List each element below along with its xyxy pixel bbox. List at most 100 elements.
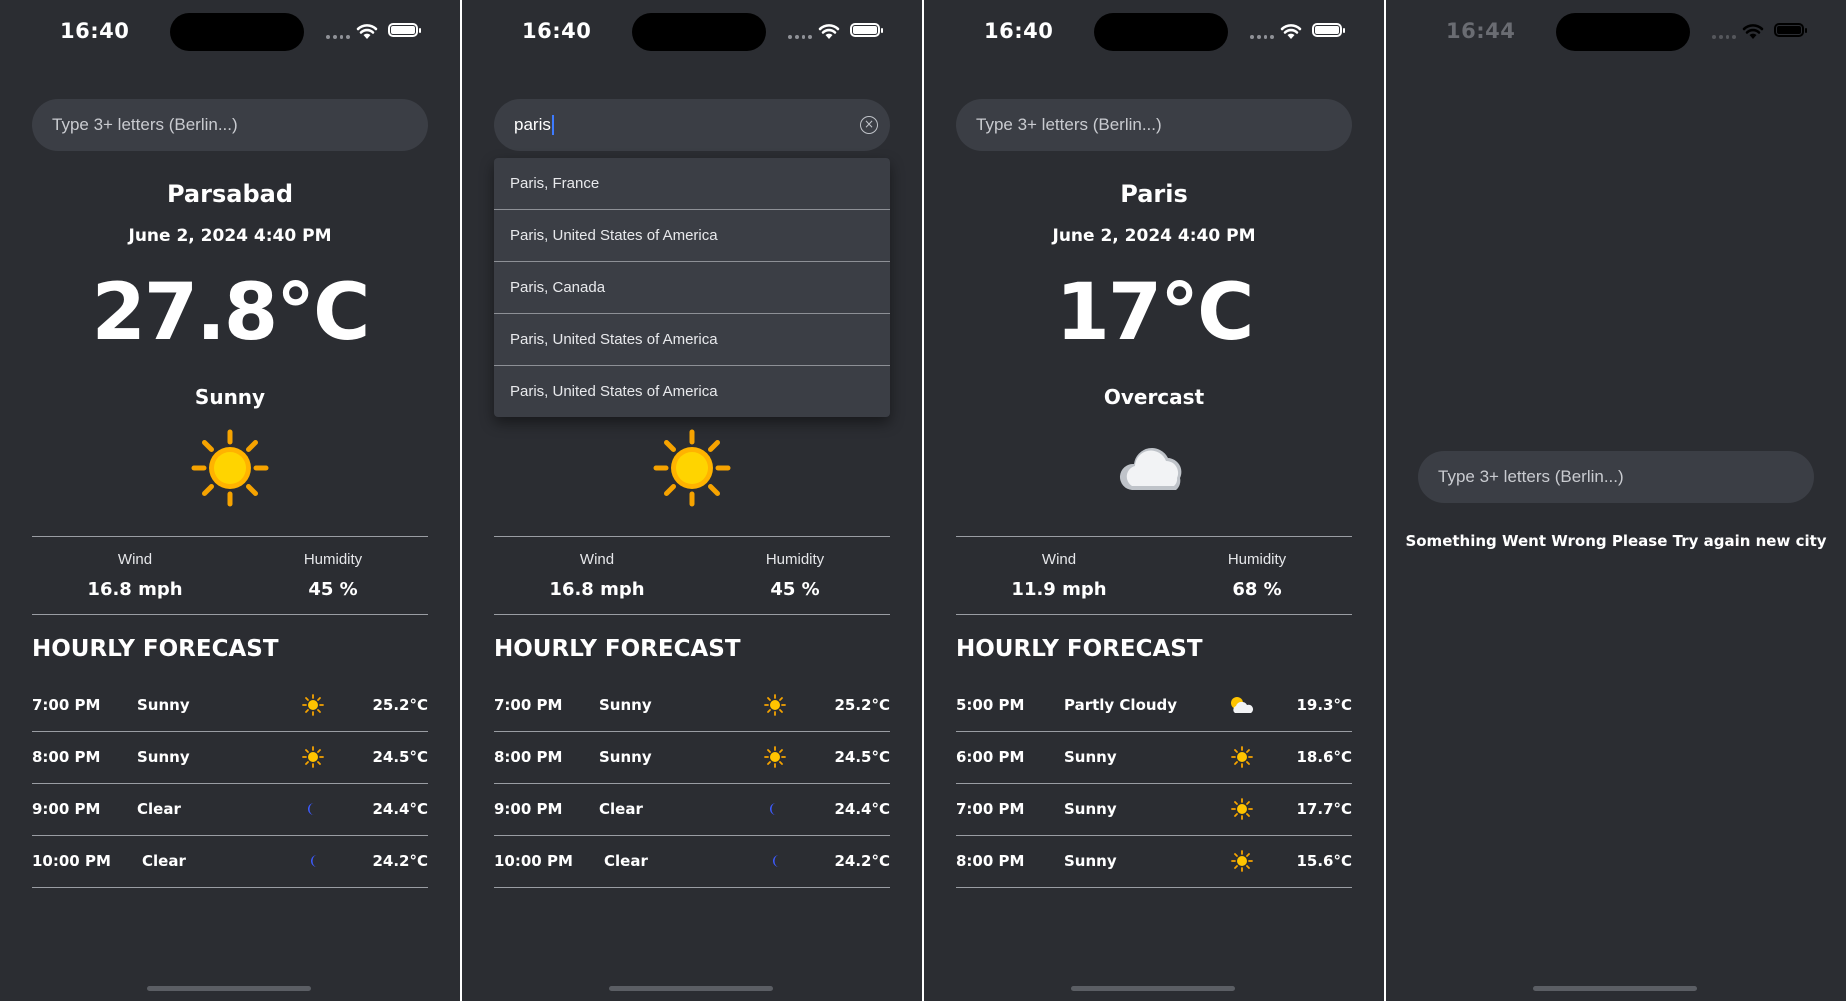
forecast-condition: Sunny xyxy=(1064,852,1117,870)
forecast-condition: Partly Cloudy xyxy=(1064,696,1178,714)
wifi-icon xyxy=(1280,24,1302,39)
forecast-temp: 25.2°C xyxy=(372,696,428,714)
forecast-condition: Clear xyxy=(137,800,181,818)
moon-icon xyxy=(770,803,776,815)
phone-screen-4: 16:44 Type 3+ letters (Berlin...) Someth… xyxy=(1386,0,1846,1001)
wind-value: 11.9 mph xyxy=(1011,579,1107,600)
humidity-value: 45 % xyxy=(770,579,820,600)
cloud-icon xyxy=(1119,448,1182,490)
phone-screen-1: 16:40 Type 3+ letters (Berlin...) Parsab… xyxy=(0,0,460,1001)
city-search-input[interactable]: Type 3+ letters (Berlin...) xyxy=(32,99,428,151)
forecast-time: 8:00 PM xyxy=(956,852,1025,870)
forecast-temp: 17.7°C xyxy=(1296,800,1352,818)
forecast-row: 5:00 PM Partly Cloudy 19.3°C xyxy=(956,680,1352,732)
status-bar: 16:40 xyxy=(0,0,460,62)
phone-screen-2: 16:40 paris × Paris, France Paris, Unite… xyxy=(462,0,922,1001)
suggestion-item[interactable]: Paris, United States of America xyxy=(494,314,890,366)
hourly-forecast-title: HOURLY FORECAST xyxy=(494,636,741,662)
city-search-input[interactable]: Type 3+ letters (Berlin...) xyxy=(956,99,1352,151)
forecast-temp: 24.2°C xyxy=(834,852,890,870)
city-search-input[interactable]: paris × xyxy=(494,99,890,151)
forecast-time: 9:00 PM xyxy=(494,800,563,818)
home-indicator xyxy=(1071,986,1235,991)
sun-icon xyxy=(1231,850,1253,872)
city-name: Paris xyxy=(1120,180,1188,208)
home-indicator xyxy=(1533,986,1697,991)
wind-value: 16.8 mph xyxy=(549,579,645,600)
forecast-row: 7:00 PM Sunny 25.2°C xyxy=(32,680,428,732)
forecast-temp: 24.5°C xyxy=(372,748,428,766)
city-suggestions-dropdown: Paris, France Paris, United States of Am… xyxy=(494,158,890,417)
forecast-temp: 18.6°C xyxy=(1296,748,1352,766)
suggestion-item[interactable]: Paris, France xyxy=(494,158,890,210)
city-search-input[interactable]: Type 3+ letters (Berlin...) xyxy=(1418,451,1814,503)
divider xyxy=(32,614,428,615)
forecast-temp: 19.3°C xyxy=(1296,696,1352,714)
divider xyxy=(494,536,890,537)
sun-icon xyxy=(1231,798,1253,820)
suggestion-item[interactable]: Paris, United States of America xyxy=(494,210,890,262)
dynamic-island xyxy=(1556,13,1690,51)
status-time: 16:40 xyxy=(984,19,1054,43)
sun-icon xyxy=(764,746,786,768)
forecast-condition: Sunny xyxy=(137,748,190,766)
sun-icon xyxy=(302,694,324,716)
forecast-condition: Clear xyxy=(599,800,643,818)
forecast-condition: Sunny xyxy=(1064,800,1117,818)
sun-icon xyxy=(764,694,786,716)
home-indicator xyxy=(147,986,311,991)
forecast-time: 7:00 PM xyxy=(494,696,563,714)
hourly-forecast-list: 7:00 PM Sunny 25.2°C 8:00 PM Sunny 24.5°… xyxy=(494,680,890,888)
wind-label: Wind xyxy=(1041,551,1077,568)
humidity-label: Humidity xyxy=(1227,551,1287,568)
status-bar: 16:44 xyxy=(1386,0,1846,62)
current-temperature: 27.8°C xyxy=(91,268,371,358)
date-time: June 2, 2024 4:40 PM xyxy=(1052,226,1256,246)
forecast-temp: 24.4°C xyxy=(372,800,428,818)
forecast-time: 6:00 PM xyxy=(956,748,1025,766)
sun-icon xyxy=(1231,746,1253,768)
battery-icon xyxy=(850,23,883,37)
suggestion-item[interactable]: Paris, Canada xyxy=(494,262,890,314)
clear-icon[interactable]: × xyxy=(860,116,878,134)
hourly-forecast-list: 5:00 PM Partly Cloudy 19.3°C 6:00 PM Sun… xyxy=(956,680,1352,888)
forecast-time: 7:00 PM xyxy=(956,800,1025,818)
dynamic-island xyxy=(632,13,766,51)
humidity-label: Humidity xyxy=(765,551,825,568)
wifi-icon xyxy=(818,24,840,39)
search-placeholder: Type 3+ letters (Berlin...) xyxy=(1438,467,1624,486)
error-message: Something Went Wrong Please Try again ne… xyxy=(1405,532,1827,550)
date-time: June 2, 2024 4:40 PM xyxy=(128,226,332,246)
divider xyxy=(956,614,1352,615)
suggestion-item[interactable]: Paris, United States of America xyxy=(494,366,890,417)
dynamic-island xyxy=(1094,13,1228,51)
status-time: 16:40 xyxy=(522,19,592,43)
forecast-row: 7:00 PM Sunny 25.2°C xyxy=(494,680,890,732)
wind-label: Wind xyxy=(117,551,153,568)
wifi-icon xyxy=(356,24,378,39)
forecast-time: 10:00 PM xyxy=(32,852,111,870)
sun-icon xyxy=(302,746,324,768)
forecast-condition: Sunny xyxy=(599,748,652,766)
forecast-time: 5:00 PM xyxy=(956,696,1025,714)
current-condition: Overcast xyxy=(1103,385,1205,409)
signal-icon xyxy=(326,35,350,39)
forecast-condition: Sunny xyxy=(1064,748,1117,766)
forecast-row: 8:00 PM Sunny 15.6°C xyxy=(956,836,1352,888)
forecast-row: 10:00 PM Clear 24.2°C xyxy=(32,836,428,888)
forecast-row: 10:00 PM Clear 24.2°C xyxy=(494,836,890,888)
battery-icon xyxy=(1312,23,1345,37)
status-bar: 16:40 xyxy=(924,0,1384,62)
battery-icon xyxy=(388,23,421,37)
home-indicator xyxy=(609,986,773,991)
forecast-condition: Sunny xyxy=(599,696,652,714)
search-placeholder: Type 3+ letters (Berlin...) xyxy=(52,115,238,134)
forecast-time: 9:00 PM xyxy=(32,800,101,818)
hourly-forecast-title: HOURLY FORECAST xyxy=(32,636,279,662)
forecast-temp: 24.5°C xyxy=(834,748,890,766)
search-value: paris xyxy=(514,115,551,134)
divider xyxy=(956,536,1352,537)
status-time: 16:40 xyxy=(60,19,130,43)
forecast-row: 9:00 PM Clear 24.4°C xyxy=(32,784,428,836)
forecast-condition: Clear xyxy=(604,852,648,870)
